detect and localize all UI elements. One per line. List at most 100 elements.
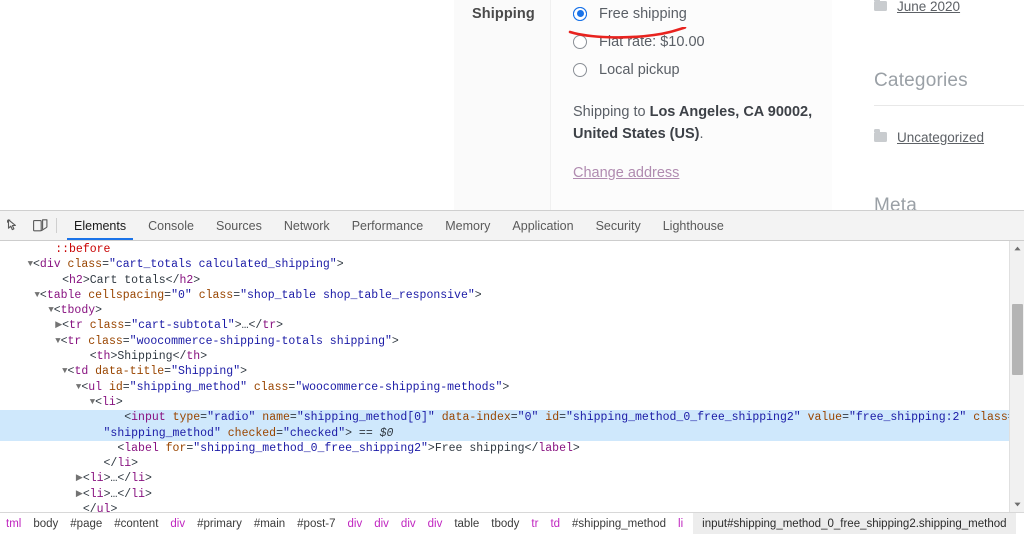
dom-line-open-ul[interactable]: ▼<ul id="shipping_method" class="woocomm… (0, 380, 1009, 395)
breadcrumb-item[interactable]: div (342, 518, 369, 530)
devtools-tab-sources[interactable]: Sources (205, 211, 273, 240)
radio-flat-rate[interactable] (573, 35, 587, 49)
devtools-tab-lighthouse[interactable]: Lighthouse (652, 211, 735, 240)
shipping-method-label: Free shipping (599, 6, 687, 22)
twisty-expanded[interactable]: ▼ (62, 366, 67, 376)
radio-local-pickup[interactable] (573, 63, 587, 77)
dom-line-label[interactable]: <label for="shipping_method_0_free_shipp… (0, 441, 1009, 456)
devtools-tab-strip: ElementsConsoleSourcesNetworkPerformance… (63, 211, 735, 240)
dom-line-collapsed-li[interactable]: ▶<li>…</li> (0, 471, 1009, 486)
breadcrumb-item[interactable]: tml (0, 518, 27, 530)
toolbar-divider (56, 218, 57, 233)
change-address-link[interactable]: Change address (573, 165, 679, 181)
devtools-tab-network[interactable]: Network (273, 211, 341, 240)
devtools-tab-application[interactable]: Application (501, 211, 584, 240)
dom-line-close-li[interactable]: </li> (0, 456, 1009, 471)
shipping-destination: Shipping to Los Angeles, CA 90002, Unite… (573, 101, 813, 145)
breadcrumb-item[interactable]: div (395, 518, 422, 530)
dom-line-selected-input[interactable]: <input type="radio" name="shipping_metho… (0, 410, 1009, 425)
screenshot-root: Shipping Free shipping Flat rate: $10.00 (0, 0, 1024, 534)
dom-line-h2[interactable]: <h2>Cart totals</h2> (0, 273, 1009, 288)
page-sidebar: June 2020 Categories Uncategorized Meta (832, 0, 1024, 210)
shipping-to-prefix: Shipping to (573, 104, 650, 120)
dom-breadcrumb: tmlbody#page#contentdiv#primary#main#pos… (0, 512, 1024, 534)
cart-totals-table: Shipping Free shipping Flat rate: $10.00 (454, 0, 832, 210)
folder-icon (874, 1, 887, 11)
folder-icon (874, 132, 887, 142)
twisty-collapsed[interactable]: ▶ (76, 489, 83, 499)
breadcrumb-item[interactable]: table (448, 518, 485, 530)
widget-divider (874, 105, 1024, 106)
inspect-cursor-icon[interactable] (0, 211, 27, 240)
archive-item-june-2020[interactable]: June 2020 (874, 0, 1024, 14)
shipping-method-free-shipping[interactable]: Free shipping (573, 0, 816, 27)
breadcrumb-item[interactable]: div (368, 518, 395, 530)
shipping-method-label: Local pickup (599, 62, 680, 78)
dom-line-collapsed-tr[interactable]: ▶<tr class="cart-subtotal">…</tr> (0, 318, 1009, 333)
breadcrumb-item[interactable]: div (164, 518, 191, 530)
breadcrumb-item[interactable]: body (27, 518, 64, 530)
archive-link[interactable]: June 2020 (897, 0, 960, 14)
dom-line-collapsed-li[interactable]: ▶<li>…</li> (0, 487, 1009, 502)
dom-line-open-td[interactable]: ▼<td data-title="Shipping"> (0, 364, 1009, 379)
category-item-uncategorized[interactable]: Uncategorized (874, 129, 1024, 145)
dom-line-open-li[interactable]: ▼<li> (0, 395, 1009, 410)
devtools-tab-performance[interactable]: Performance (341, 211, 435, 240)
breadcrumb-item[interactable]: li (672, 518, 689, 530)
breadcrumb-item[interactable]: td (544, 518, 566, 530)
dom-line-th[interactable]: <th>Shipping</th> (0, 349, 1009, 364)
shipping-methods-list: Free shipping Flat rate: $10.00 Local pi… (573, 0, 816, 83)
shipping-method-local-pickup[interactable]: Local pickup (573, 56, 816, 83)
dom-line-open-tr[interactable]: ▼<tr class="woocommerce-shipping-totals … (0, 334, 1009, 349)
scrollbar-thumb[interactable] (1012, 304, 1023, 375)
dom-line-pseudo[interactable]: ::before (0, 242, 1009, 257)
scroll-up-arrow[interactable] (1010, 241, 1024, 256)
devtools-toolbar: ElementsConsoleSourcesNetworkPerformance… (0, 211, 1024, 241)
breadcrumb-item[interactable]: tr (525, 518, 544, 530)
radio-free-shipping[interactable] (573, 7, 587, 21)
web-page-region: Shipping Free shipping Flat rate: $10.00 (0, 0, 1024, 210)
twisty-expanded[interactable]: ▼ (55, 336, 60, 346)
shipping-row-cell: Free shipping Flat rate: $10.00 Local pi… (550, 0, 832, 210)
breadcrumb-item[interactable]: tbody (485, 518, 525, 530)
dom-tree[interactable]: ::before ▼<div class="cart_totals calcul… (0, 241, 1009, 512)
shipping-to-suffix: . (700, 126, 704, 142)
category-link[interactable]: Uncategorized (897, 130, 984, 145)
devtools-panel: ElementsConsoleSourcesNetworkPerformance… (0, 210, 1024, 534)
dom-line-open-table[interactable]: ▼<table cellspacing="0" class="shop_tabl… (0, 288, 1009, 303)
twisty-expanded[interactable]: ▼ (28, 259, 33, 269)
breadcrumb-item[interactable]: div (422, 518, 449, 530)
shipping-method-label: Flat rate: $10.00 (599, 34, 705, 50)
breadcrumb-item[interactable]: #page (64, 518, 108, 530)
shipping-to-address-line1: Los Angeles, CA 90002, (650, 104, 813, 120)
breadcrumb-item[interactable]: #shipping_method (566, 518, 672, 530)
shipping-row: Shipping Free shipping Flat rate: $10.00 (454, 0, 832, 210)
twisty-collapsed[interactable]: ▶ (55, 320, 62, 330)
widget-title-meta: Meta (874, 195, 1024, 210)
dom-line-close-ul[interactable]: </ul> (0, 502, 1009, 512)
dom-line-open-div[interactable]: ▼<div class="cart_totals calculated_ship… (0, 257, 1009, 272)
breadcrumb-item[interactable]: #content (108, 518, 164, 530)
shipping-row-header: Shipping (454, 0, 550, 210)
devtools-tab-console[interactable]: Console (137, 211, 205, 240)
devtools-tab-security[interactable]: Security (585, 211, 652, 240)
breadcrumb-item[interactable]: input#shipping_method_0_free_shipping2.s… (693, 513, 1015, 534)
devtools-tab-memory[interactable]: Memory (434, 211, 501, 240)
dom-line-selected-input-cont[interactable]: "shipping_method" checked="checked"> == … (0, 426, 1009, 441)
dom-line-open-tbody[interactable]: ▼<tbody> (0, 303, 1009, 318)
shipping-to-address-line2: United States (US) (573, 126, 700, 142)
widget-title-categories: Categories (874, 70, 1024, 92)
devtools-tab-elements[interactable]: Elements (63, 211, 137, 240)
twisty-collapsed[interactable]: ▶ (76, 473, 83, 483)
twisty-expanded[interactable]: ▼ (76, 382, 81, 392)
dom-tree-scrollbar[interactable] (1009, 241, 1024, 512)
breadcrumb-item[interactable]: #primary (191, 518, 248, 530)
twisty-expanded[interactable]: ▼ (48, 305, 53, 315)
device-toolbar-icon[interactable] (27, 211, 54, 240)
twisty-expanded[interactable]: ▼ (35, 290, 40, 300)
breadcrumb-item[interactable]: #main (248, 518, 291, 530)
twisty-expanded[interactable]: ▼ (90, 397, 95, 407)
scroll-down-arrow[interactable] (1010, 497, 1024, 512)
shipping-method-flat-rate[interactable]: Flat rate: $10.00 (573, 28, 816, 55)
breadcrumb-item[interactable]: #post-7 (291, 518, 341, 530)
